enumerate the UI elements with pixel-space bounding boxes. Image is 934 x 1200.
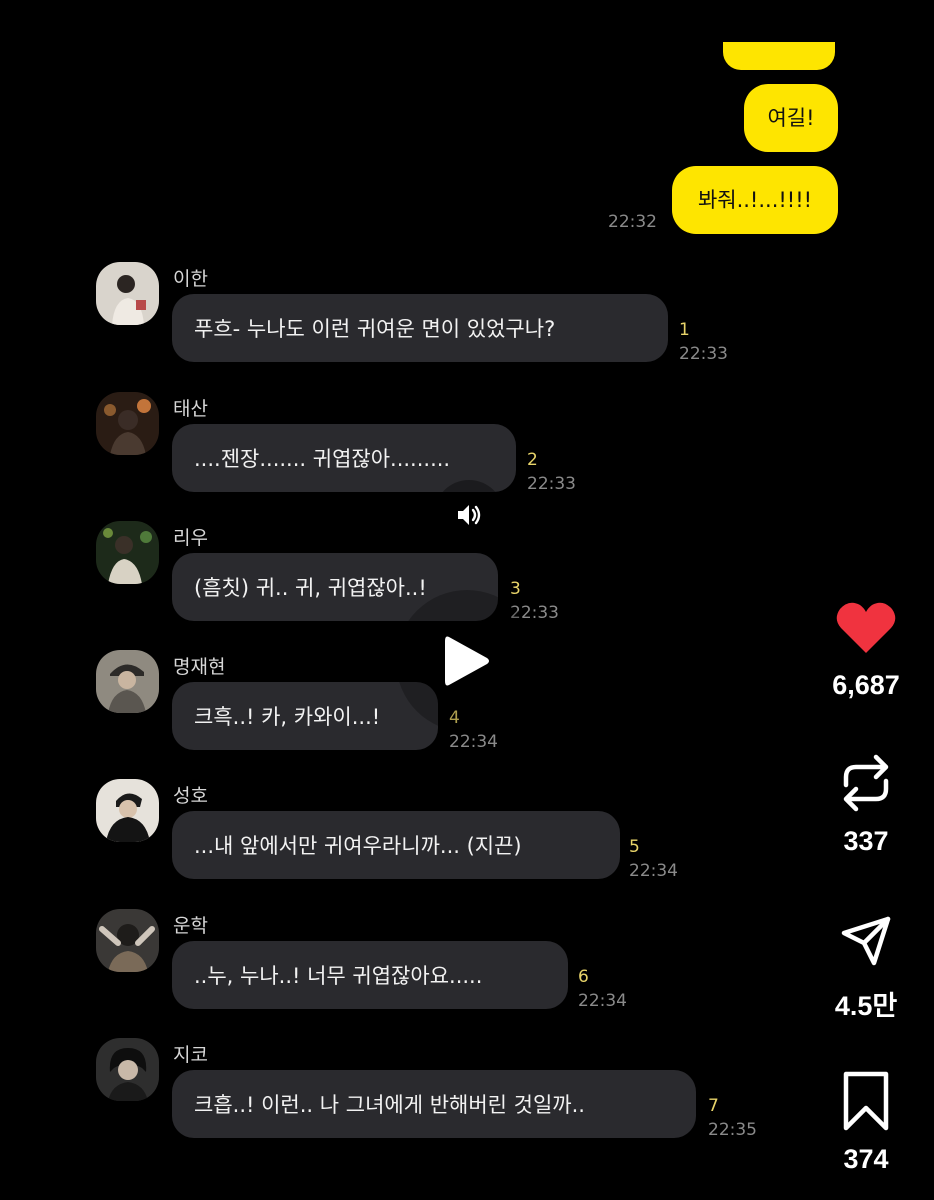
sender-name: 이한 — [173, 268, 208, 290]
unread-count: 5 — [629, 837, 640, 857]
sender-name: 리우 — [173, 527, 208, 549]
avatar[interactable] — [96, 521, 159, 584]
sender-name: 성호 — [173, 785, 208, 807]
sender-name: 운학 — [173, 915, 208, 937]
message-bubble: 크흑..! 카, 카와이...! — [172, 682, 438, 750]
unread-count: 3 — [510, 579, 521, 599]
my-message-bubble — [723, 42, 835, 70]
unread-count: 7 — [708, 1096, 719, 1116]
speaker-icon — [458, 505, 481, 525]
heart-icon — [820, 592, 912, 662]
my-message-bubble: 여길! — [744, 84, 838, 152]
like-action[interactable]: 6,687 — [820, 592, 912, 701]
chat-message: 명재현 크흑..! 카, 카와이...! 4 22:34 — [0, 650, 780, 780]
chat-message: 리우 (흠칫) 귀.. 귀, 귀엽잖아..! 3 22:33 — [0, 521, 780, 651]
avatar[interactable] — [96, 909, 159, 972]
unread-count: 2 — [527, 450, 538, 470]
message-bubble: ..누, 누나..! 너무 귀엽잖아요..... — [172, 941, 568, 1009]
unread-count: 6 — [578, 967, 589, 987]
sender-name: 태산 — [173, 398, 208, 420]
avatar[interactable] — [96, 1038, 159, 1101]
message-time: 22:33 — [679, 344, 728, 364]
message-time: 22:34 — [449, 732, 498, 752]
avatar[interactable] — [96, 779, 159, 842]
message-bubble: ...내 앞에서만 귀여우라니까... (지끈) — [172, 811, 620, 879]
avatar[interactable] — [96, 262, 159, 325]
repost-icon — [820, 748, 912, 818]
sound-button[interactable] — [434, 480, 504, 550]
save-count: 374 — [843, 1144, 889, 1174]
play-button[interactable] — [396, 590, 538, 732]
message-time: 22:33 — [527, 474, 576, 494]
sender-name: 지코 — [173, 1044, 208, 1066]
send-icon — [820, 906, 912, 976]
avatar[interactable] — [96, 650, 159, 713]
message-time: 22:32 — [608, 212, 657, 232]
message-time: 22:34 — [578, 991, 627, 1011]
chat-message: 지코 크흡..! 이런.. 나 그녀에게 반해버린 것일까.. 7 22:35 — [0, 1038, 780, 1168]
message-time: 22:34 — [629, 861, 678, 881]
like-count: 6,687 — [832, 670, 900, 700]
message-bubble: 크흡..! 이런.. 나 그녀에게 반해버린 것일까.. — [172, 1070, 696, 1138]
bookmark-icon — [820, 1066, 912, 1136]
sender-name: 명재현 — [173, 656, 226, 678]
chat-message: 이한 푸흐- 누나도 이런 귀여운 면이 있었구나? 1 22:33 — [0, 262, 780, 392]
unread-count: 1 — [679, 320, 690, 340]
my-message-bubble: 봐줘..!...!!!! — [672, 166, 838, 234]
save-action[interactable]: 374 — [820, 1066, 912, 1175]
play-icon — [445, 636, 489, 686]
chat-message: 운학 ..누, 누나..! 너무 귀엽잖아요..... 6 22:34 — [0, 909, 780, 1039]
avatar[interactable] — [96, 392, 159, 455]
repost-count: 337 — [843, 826, 889, 856]
chat-message: 성호 ...내 앞에서만 귀여우라니까... (지끈) 5 22:34 — [0, 779, 780, 909]
share-count: 4.5만 — [834, 991, 898, 1021]
repost-action[interactable]: 337 — [820, 748, 912, 857]
share-action[interactable]: 4.5만 — [820, 906, 912, 1023]
message-time: 22:35 — [708, 1120, 757, 1140]
chat-message: 태산 ....젠장....... 귀엽잖아......... 2 22:33 — [0, 392, 780, 522]
message-bubble: 푸흐- 누나도 이런 귀여운 면이 있었구나? — [172, 294, 668, 362]
